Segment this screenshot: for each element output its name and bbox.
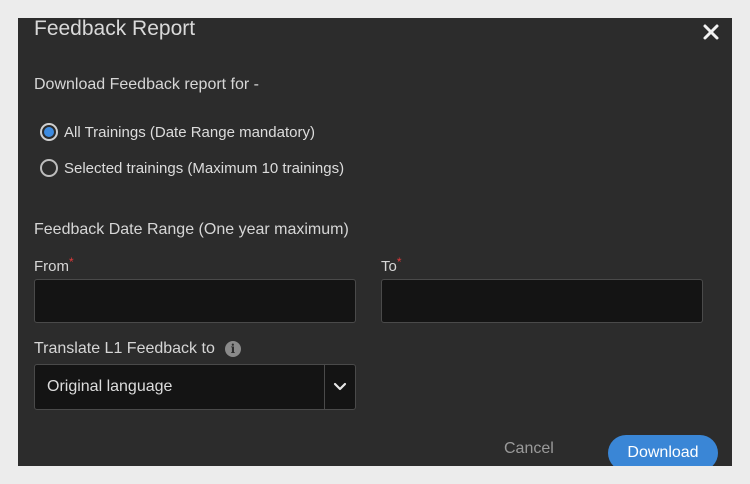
- radio-button-unchecked[interactable]: [40, 159, 58, 177]
- close-icon[interactable]: [700, 21, 722, 43]
- to-date-input[interactable]: [381, 279, 703, 323]
- from-label: From*: [34, 255, 74, 275]
- radio-selected-trainings[interactable]: Selected trainings (Maximum 10 trainings…: [40, 159, 344, 177]
- chevron-down-icon[interactable]: [324, 365, 355, 409]
- required-marker: *: [396, 255, 402, 269]
- language-select-value: Original language: [47, 378, 173, 395]
- radio-all-trainings[interactable]: All Trainings (Date Range mandatory): [40, 123, 315, 141]
- from-date-input[interactable]: [34, 279, 356, 323]
- cancel-button[interactable]: Cancel: [504, 440, 554, 458]
- required-marker: *: [69, 255, 74, 269]
- to-label: To*: [381, 255, 402, 275]
- dialog-title: Feedback Report: [34, 18, 196, 40]
- report-for-prompt: Download Feedback report for -: [34, 76, 259, 93]
- radio-button-checked[interactable]: [40, 123, 58, 141]
- radio-selected-trainings-label: Selected trainings (Maximum 10 trainings…: [64, 159, 345, 177]
- date-range-label: Feedback Date Range (One year maximum): [34, 221, 349, 238]
- language-select[interactable]: Original language: [34, 364, 356, 410]
- to-label-text: To: [381, 258, 397, 275]
- translate-label-text: Translate L1 Feedback to: [34, 340, 215, 357]
- radio-all-trainings-label: All Trainings (Date Range mandatory): [64, 123, 315, 141]
- download-button[interactable]: Download: [608, 435, 718, 466]
- from-label-text: From: [34, 258, 69, 275]
- feedback-report-dialog: Feedback Report Download Feedback report…: [18, 18, 732, 466]
- info-icon[interactable]: i: [224, 341, 241, 357]
- translate-label: Translate L1 Feedback to i: [34, 340, 241, 358]
- radio-dot: [44, 127, 54, 137]
